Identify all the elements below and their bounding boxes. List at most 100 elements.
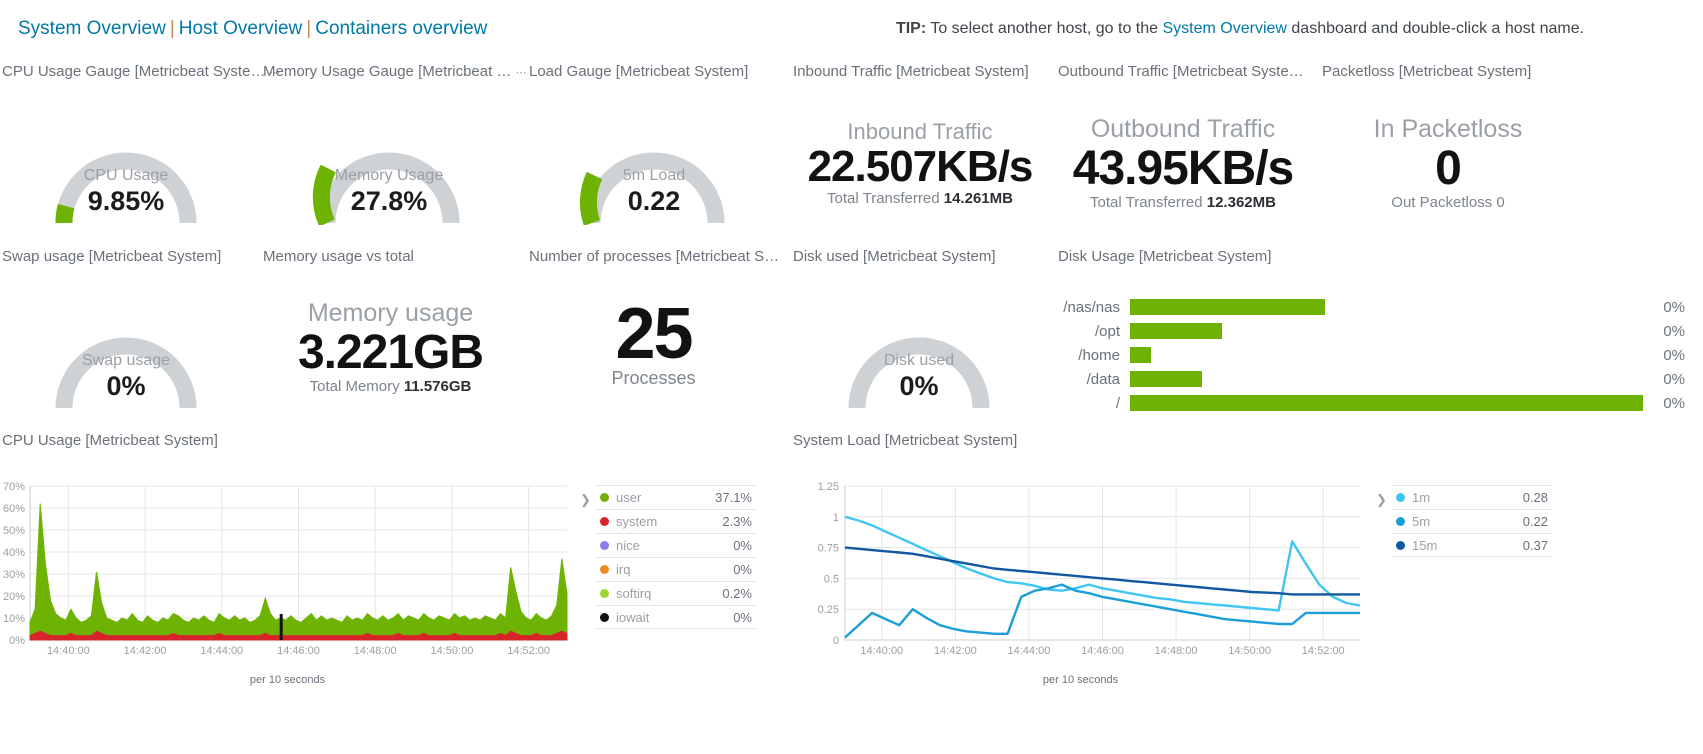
legend-color-dot [1396,493,1405,502]
disk-usage-row[interactable]: /nas/nas 0% [1060,296,1685,318]
disk-usage-row[interactable]: /data 0% [1060,368,1685,390]
legend-series-value: 2.3% [722,514,752,529]
cpu-legend-expand-chevron[interactable]: ❯ [580,492,591,508]
gauge-disk-label: Disk used [883,352,955,369]
legend-series-value: 0.28 [1522,490,1548,505]
nav-link-host-overview[interactable]: Host Overview [179,18,303,39]
gauge-memory-usage: Memory Usage 27.8% [301,105,477,227]
disk-usage-bar[interactable] [1130,371,1202,387]
gauge-5m-load: 5m Load 0.22 [566,105,742,226]
gauge-cpu-label: CPU Usage [83,167,169,184]
gauge-cpu-value: 9.85% [87,186,165,216]
cpu-series-iowait-marker [279,614,283,640]
load-chart-y-tick: 0 [833,635,839,647]
metric-processes-label: Processes [611,368,696,389]
legend-color-dot [600,541,609,550]
legend-row[interactable]: 15m 0.37 [1392,533,1552,557]
legend-row[interactable]: user 37.1% [596,485,756,509]
legend-series-value: 0.37 [1522,537,1548,553]
legend-series-value: 37.1% [715,490,752,505]
system-load-legend[interactable]: ❯ 1m 0.28 5m 0.22 15m 0.37 [1376,485,1552,557]
disk-usage-row[interactable]: /home 0% [1060,344,1685,366]
disk-usage-bar[interactable] [1130,299,1325,315]
nav-row: System Overview | Host Overview | Containers… [0,18,1703,46]
legend-color-dot [600,565,609,574]
gauge-disk-value: 0% [899,371,939,401]
legend-series-name: softirq [616,586,652,601]
disk-usage-label: /data [1086,370,1120,388]
system-load-chart[interactable]: 0 0.25 0.5 0.75 1 1.25 14:40:00 14:42:00 14:44:0… [793,478,1368,686]
cpu-chart-y-tick: 70% [3,481,25,493]
panel-title-processes: Number of processes [Metricbeat S… [529,248,780,265]
metric-processes-value: 25 [615,294,693,374]
disk-usage-label: / [1115,394,1120,412]
legend-row[interactable]: irq 0% [596,557,756,581]
cpu-usage-chart-svg: 0% 10% 20% 30% 40% 50% 60% 70% 14:40:00 14:42:00 1… [3,481,568,657]
cpu-chart-x-tick: 14:42:00 [124,645,167,657]
metric-inbound-sub: Total Transferred 14.261MB [800,190,1040,207]
disk-usage-value: 0% [1663,394,1685,412]
metric-outbound-sub-value: 12.362MB [1206,193,1276,211]
panel-menu-dots-memory[interactable]: ⋯ [511,67,527,79]
load-chart-y-tick: 1 [833,512,839,524]
cpu-chart-x-caption: per 10 seconds [249,674,326,686]
metric-memory-sub-label: Total Memory [309,377,400,395]
legend-color-dot [600,589,609,598]
legend-row[interactable]: softirq 0.2% [596,581,756,605]
load-chart-x-tick: 14:50:00 [1228,645,1271,657]
nav-link-system-overview[interactable]: System Overview [18,18,166,39]
metric-packetloss: In Packetloss 0 Out Packetloss 0 [1328,115,1568,210]
disk-usage-bar[interactable] [1130,347,1151,363]
disk-usage-bar[interactable] [1130,395,1643,411]
legend-series-value: 0% [733,538,752,553]
metric-outbound-label: Outbound Traffic [1090,115,1276,143]
legend-row[interactable]: iowait 0% [596,605,756,629]
gauge-disk-used: Disk used 0% [831,290,1007,410]
gauge-memory-label: Memory Usage [334,167,444,184]
legend-row[interactable]: system 2.3% [596,509,756,533]
legend-row[interactable]: nice 0% [596,533,756,557]
gauge-swap-usage: Swap usage 0% [38,290,214,410]
disk-usage-bar-chart: /nas/nas 0% /opt 0% /home 0% /data 0% / 0% [1060,296,1685,416]
panel-title-memory-gauge: Memory Usage Gauge [Metricbeat … ⋯ [263,63,528,80]
cpu-chart-y-tick: 40% [3,547,25,559]
legend-row[interactable]: 5m 0.22 [1392,509,1552,533]
load-legend-expand-chevron[interactable]: ❯ [1376,492,1387,508]
legend-row[interactable]: 1m 0.28 [1392,485,1552,509]
load-chart-x-tick: 14:44:00 [1008,645,1051,657]
cpu-usage-legend[interactable]: ❯ user 37.1% system 2.3% nice 0% irq 0% softirq 0… [580,485,756,629]
disk-usage-track [1130,371,1643,387]
legend-color-dot [600,517,609,526]
metric-inbound-sub-label: Total Transferred [827,190,940,208]
cpu-chart-x-tick: 14:52:00 [507,645,550,657]
metric-inbound-label: Inbound Traffic [847,119,993,144]
disk-usage-bar[interactable] [1130,323,1223,339]
disk-usage-row[interactable]: / 0% [1060,392,1685,414]
dashboard-nav-links: System Overview | Host Overview | Containers… [18,18,487,40]
disk-usage-row[interactable]: /opt 0% [1060,320,1685,342]
disk-usage-label: /home [1078,346,1120,364]
cpu-usage-chart[interactable]: 0% 10% 20% 30% 40% 50% 60% 70% 14:40:00 14:42:00 1… [0,478,575,686]
disk-usage-label: /nas/nas [1063,298,1120,316]
panel-title-memory-vs-total: Memory usage vs total [263,248,414,265]
system-load-chart-svg: 0 0.25 0.5 0.75 1 1.25 14:40:00 14:42:00 14:44:0… [818,481,1361,657]
legend-color-dot [600,493,609,502]
disk-usage-label: /opt [1094,322,1120,340]
nav-link-containers-overview[interactable]: Containers overview [315,18,487,39]
tip-link-system-overview[interactable]: System Overview [1162,20,1286,37]
panel-title-system-load-chart: System Load [Metricbeat System] [793,432,1018,449]
panel-title-disk-usage: Disk Usage [Metricbeat System] [1058,248,1272,265]
metric-memory-label: Memory usage [307,299,474,327]
cpu-chart-x-tick: 14:44:00 [200,645,243,657]
cpu-chart-y-tick: 10% [3,613,25,625]
metric-memory-usage: Memory usage 3.221GB Total Memory 11.576… [272,299,509,395]
metric-memory-sub: Total Memory 11.576GB [272,378,509,395]
load-chart-x-tick: 14:42:00 [934,645,977,657]
load-chart-x-tick: 14:40:00 [860,645,903,657]
load-chart-x-caption: per 10 seconds [1042,674,1119,686]
metric-memory-sub-value: 11.576GB [403,377,472,395]
disk-usage-track [1130,395,1643,411]
legend-series-name: iowait [616,609,650,625]
panel-title-inbound: Inbound Traffic [Metricbeat System] [793,63,1029,80]
cpu-chart-x-tick: 14:46:00 [277,645,320,657]
